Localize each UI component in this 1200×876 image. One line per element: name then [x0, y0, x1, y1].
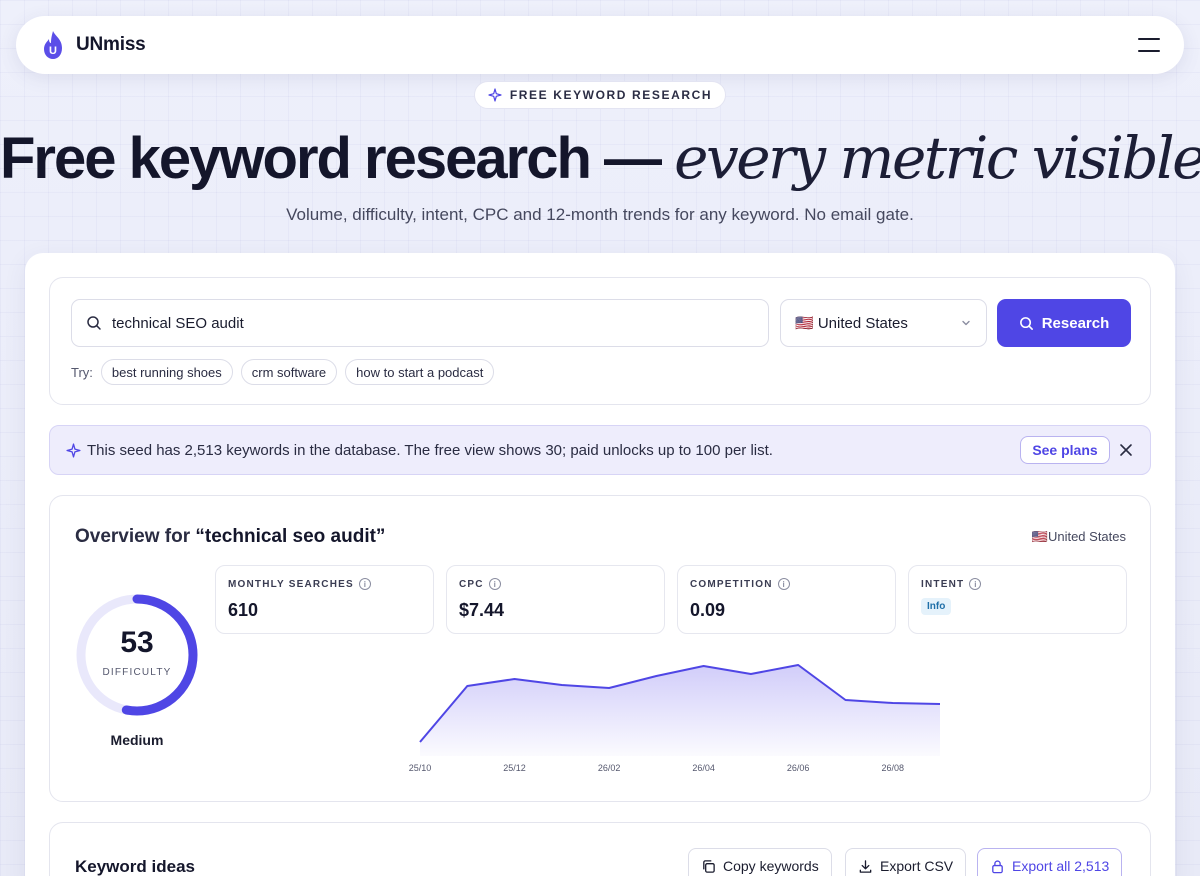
search-icon	[87, 316, 101, 330]
notice-text: This seed has 2,513 keywords in the data…	[87, 441, 773, 459]
metric-competition: COMPETITION i 0.09	[677, 565, 896, 634]
metric-label: MONTHLY SEARCHES	[228, 578, 354, 590]
eyebrow-badge: FREE KEYWORD RESEARCH	[474, 81, 726, 109]
x-tick-label: 26/02	[598, 763, 621, 773]
overview-card: Overview for “technical seo audit” 🇺🇸Uni…	[49, 495, 1151, 802]
metric-label: INTENT	[921, 578, 965, 590]
brand-name: UNmiss	[76, 34, 146, 55]
difficulty-value: 53	[120, 626, 154, 659]
keyword-ideas-title: Keyword ideas	[75, 857, 195, 876]
hamburger-menu-icon[interactable]	[1138, 38, 1160, 52]
eyebrow-text: FREE KEYWORD RESEARCH	[509, 88, 713, 102]
flame-logo-icon: U	[44, 31, 62, 59]
title-italic: every metric visible.	[674, 124, 1200, 192]
page-subtitle: Volume, difficulty, intent, CPC and 12-m…	[286, 205, 914, 224]
metric-intent: INTENT i Info	[908, 565, 1127, 634]
country-select-value: 🇺🇸 United States	[795, 315, 908, 332]
title-main: Free keyword research —	[0, 126, 675, 191]
see-plans-button[interactable]: See plans	[1020, 436, 1110, 464]
info-icon[interactable]: i	[358, 578, 371, 590]
copy-icon	[703, 859, 715, 873]
trend-area	[420, 665, 940, 756]
metric-monthly-searches: MONTHLY SEARCHES i 610	[215, 565, 434, 634]
keyword-ideas-card: Keyword ideas Copy keywords Export CSV E…	[49, 822, 1151, 876]
top-navbar: U UNmiss	[16, 16, 1184, 74]
difficulty-level: Medium	[110, 732, 164, 748]
search-icon	[1019, 316, 1033, 330]
suggestion-row: Try: best running shoes crm software how…	[71, 359, 495, 385]
country-select[interactable]: 🇺🇸 United States	[780, 299, 987, 347]
suggestion-chip[interactable]: best running shoes	[100, 359, 233, 385]
metric-label: COMPETITION	[690, 578, 773, 590]
suggestion-chip[interactable]: how to start a podcast	[345, 359, 495, 385]
close-icon[interactable]	[1118, 442, 1134, 458]
chevron-down-icon	[962, 320, 970, 326]
overview-title-prefix: Overview for	[75, 526, 196, 547]
database-notice: This seed has 2,513 keywords in the data…	[49, 425, 1151, 475]
research-button[interactable]: Research	[997, 299, 1131, 347]
logo-letter: U	[49, 45, 57, 57]
export-all-button[interactable]: Export all 2,513	[977, 848, 1123, 876]
intent-badge: Info	[921, 598, 952, 615]
info-icon[interactable]: i	[777, 578, 790, 590]
x-tick-label: 25/12	[503, 763, 526, 773]
trend-chart: 25/10 25/12 26/02 26/04 26/06 26/08	[409, 664, 941, 773]
search-panel: 🇺🇸 United States Research Try: best runn…	[49, 277, 1151, 405]
metric-value: 610	[228, 600, 259, 620]
search-input[interactable]	[112, 314, 732, 332]
export-all-label: Export all 2,513	[1012, 858, 1110, 874]
info-icon[interactable]: i	[969, 578, 982, 590]
overview-title: Overview for “technical seo audit”	[75, 526, 385, 548]
x-tick-label: 26/06	[787, 763, 810, 773]
difficulty-label: DIFFICULTY	[102, 667, 172, 678]
page-title: Free keyword research — every metric vis…	[0, 124, 1200, 192]
info-icon[interactable]: i	[488, 578, 501, 590]
metric-cpc: CPC i $7.44	[446, 565, 665, 634]
metric-value: $7.44	[459, 600, 505, 620]
export-csv-label: Export CSV	[880, 858, 954, 874]
copy-keywords-label: Copy keywords	[723, 858, 819, 874]
x-tick-label: 26/08	[881, 763, 904, 773]
download-icon	[859, 859, 872, 873]
export-csv-button[interactable]: Export CSV	[845, 848, 967, 876]
copy-keywords-button[interactable]: Copy keywords	[688, 848, 832, 876]
research-button-label: Research	[1041, 314, 1110, 332]
suggestion-chip[interactable]: crm software	[240, 359, 338, 385]
try-label: Try:	[71, 364, 93, 380]
x-tick-label: 25/10	[409, 763, 432, 773]
overview-country: 🇺🇸United States	[1031, 529, 1126, 544]
sparkle-icon	[66, 442, 81, 458]
sparkle-icon	[488, 88, 502, 102]
brand[interactable]: U UNmiss	[40, 30, 146, 60]
metric-value: 0.09	[690, 600, 726, 620]
overview-query: “technical seo audit”	[195, 526, 386, 547]
x-tick-label: 26/04	[692, 763, 715, 773]
lock-icon	[992, 859, 1003, 873]
search-input-wrapper[interactable]	[71, 299, 769, 347]
metric-label: CPC	[459, 578, 484, 590]
